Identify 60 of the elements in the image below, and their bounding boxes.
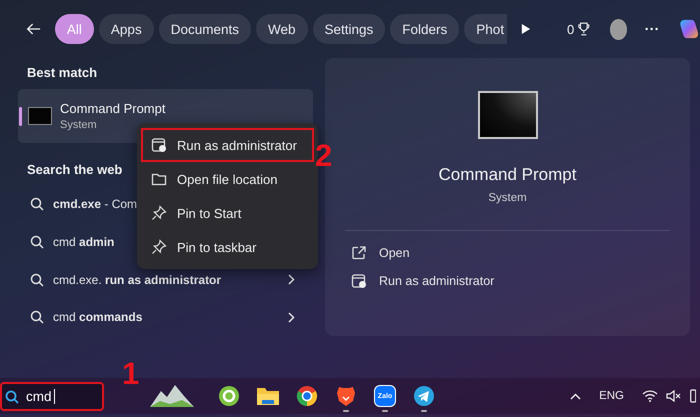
section-heading: Search the web <box>27 162 124 178</box>
pin-icon <box>151 239 167 255</box>
search-icon <box>30 197 44 212</box>
trophy-icon <box>578 21 590 37</box>
chevron-right-icon[interactable] <box>288 312 295 323</box>
back-arrow-icon[interactable] <box>26 22 41 36</box>
folder-icon <box>151 171 167 187</box>
preview-title: Command Prompt <box>438 165 576 185</box>
menu-item[interactable]: Open file location <box>177 172 278 186</box>
running-indicator <box>382 410 388 412</box>
web-search-suggestion[interactable]: cmd commands <box>53 310 142 324</box>
chevron-right-icon[interactable] <box>288 274 295 286</box>
search-icon <box>30 272 44 287</box>
ring-app-icon[interactable] <box>218 385 240 407</box>
result-subtitle: System <box>60 119 98 132</box>
folder-icon[interactable] <box>256 386 280 406</box>
filter-tab[interactable]: Documents <box>158 14 251 44</box>
shield-window-icon <box>351 273 367 289</box>
filter-tab[interactable]: Folders <box>390 14 460 44</box>
search-icon <box>30 234 44 249</box>
taskbar-search-field[interactable]: cmd <box>0 382 104 410</box>
external-link-icon <box>351 245 367 261</box>
result-title: Command Prompt <box>60 101 166 116</box>
terminal-icon <box>478 91 538 139</box>
preview-subtitle: System <box>488 192 527 204</box>
running-indicator <box>343 410 349 412</box>
avatar-circle[interactable] <box>610 18 628 40</box>
wifi-icon[interactable] <box>642 390 658 402</box>
preview-action[interactable]: Run as administrator <box>379 274 494 288</box>
play-icon[interactable] <box>521 22 532 36</box>
shield-window-icon <box>151 137 167 153</box>
more-icon[interactable] <box>645 27 658 31</box>
web-search-suggestion[interactable]: cmd.exe - Com <box>53 197 138 212</box>
mountain-landscape-icon <box>149 383 195 409</box>
text-cursor <box>54 388 55 404</box>
lion-head-icon[interactable] <box>336 385 356 407</box>
paper-plane-icon[interactable] <box>413 385 435 407</box>
terminal-icon <box>28 107 52 126</box>
filter-tab[interactable]: Apps <box>98 14 154 44</box>
preview-action[interactable]: Open <box>379 246 410 260</box>
filter-tab[interactable]: Web <box>256 14 308 44</box>
muted-speaker-icon[interactable] <box>666 390 682 402</box>
step-number: 2 <box>315 140 332 171</box>
battery-icon[interactable] <box>690 389 696 403</box>
points-count: 0 <box>567 22 574 36</box>
menu-item[interactable]: Pin to taskbar <box>177 240 256 254</box>
search-icon <box>30 310 44 324</box>
running-indicator <box>421 410 427 412</box>
language-indicator[interactable]: ENG <box>599 390 624 402</box>
pin-icon <box>151 205 167 221</box>
filter-tab[interactable]: Settings <box>312 14 386 44</box>
round-browser-icon[interactable] <box>296 385 318 407</box>
web-search-suggestion[interactable]: cmd admin <box>53 234 114 249</box>
step-number: 1 <box>122 358 140 389</box>
search-icon <box>5 390 19 404</box>
filter-tab[interactable]: Phot <box>464 14 508 44</box>
section-heading: Best match <box>27 65 98 80</box>
menu-item[interactable]: Pin to Start <box>177 206 242 220</box>
chevron-up-icon[interactable] <box>570 392 582 400</box>
web-search-suggestion[interactable]: cmd.exe. run as administrator <box>53 272 222 287</box>
